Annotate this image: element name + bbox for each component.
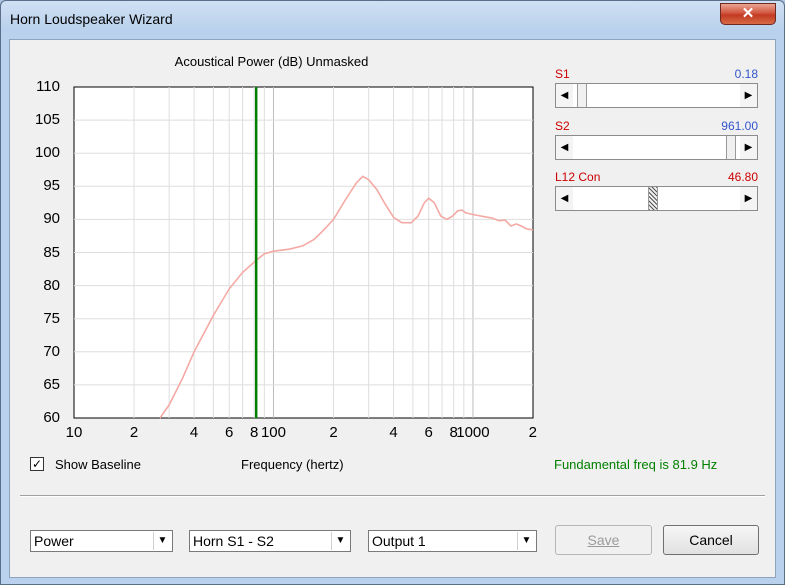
slider-label: L12 Con <box>555 170 601 184</box>
frequency-response-chart <box>73 86 534 419</box>
close-button[interactable]: ✕ <box>720 3 776 25</box>
fundamental-frequency-text: Fundamental freq is 81.9 Hz <box>554 457 718 472</box>
checkmark-icon: ✓ <box>31 457 43 471</box>
scroll-right-arrow-icon[interactable]: ▶ <box>740 84 757 107</box>
wizard-window: Horn Loudspeaker Wizard ✕ Acoustical Pow… <box>0 0 785 585</box>
output-select-value: Output 1 <box>372 533 426 549</box>
scroll-left-arrow-icon[interactable]: ◀ <box>556 84 573 107</box>
slider-label: S1 <box>555 67 570 81</box>
window-title: Horn Loudspeaker Wizard <box>10 11 173 27</box>
cancel-button[interactable]: Cancel <box>663 525 759 555</box>
slider-scrollbar[interactable]: ◀ ▶ <box>555 135 758 160</box>
slider-value: 0.18 <box>734 67 758 81</box>
power-select[interactable]: Power ▼ <box>30 530 173 552</box>
chevron-down-icon: ▼ <box>331 532 349 550</box>
slider-value: 46.80 <box>727 170 758 184</box>
chevron-down-icon: ▼ <box>153 532 171 550</box>
show-baseline-label: Show Baseline <box>55 457 141 472</box>
slider-thumb[interactable] <box>648 187 659 210</box>
separator-line <box>20 495 765 497</box>
scroll-right-arrow-icon[interactable]: ▶ <box>740 187 757 210</box>
slider-scrollbar[interactable]: ◀ ▶ <box>555 83 758 108</box>
horn-select-value: Horn S1 - S2 <box>193 533 274 549</box>
slider-thumb[interactable] <box>577 84 588 107</box>
dialog-client-area: Acoustical Power (dB) Unmasked 60 65 70 75 8… <box>9 39 776 578</box>
show-baseline-checkbox[interactable]: ✓ <box>30 457 44 471</box>
power-select-value: Power <box>34 533 74 549</box>
scroll-right-arrow-icon[interactable]: ▶ <box>740 136 757 159</box>
slider-value: 961.00 <box>721 119 758 133</box>
horn-select[interactable]: Horn S1 - S2 ▼ <box>189 530 351 552</box>
slider-scrollbar[interactable]: ◀ ▶ <box>555 186 758 211</box>
slider-label: S2 <box>555 119 570 133</box>
scroll-left-arrow-icon[interactable]: ◀ <box>556 187 573 210</box>
scroll-left-arrow-icon[interactable]: ◀ <box>556 136 573 159</box>
output-select[interactable]: Output 1 ▼ <box>368 530 537 552</box>
save-button[interactable]: Save <box>555 525 652 555</box>
slider-thumb[interactable] <box>725 136 736 159</box>
close-icon: ✕ <box>741 5 755 22</box>
x-axis-label: Frequency (hertz) <box>241 457 344 472</box>
chevron-down-icon: ▼ <box>517 532 535 550</box>
